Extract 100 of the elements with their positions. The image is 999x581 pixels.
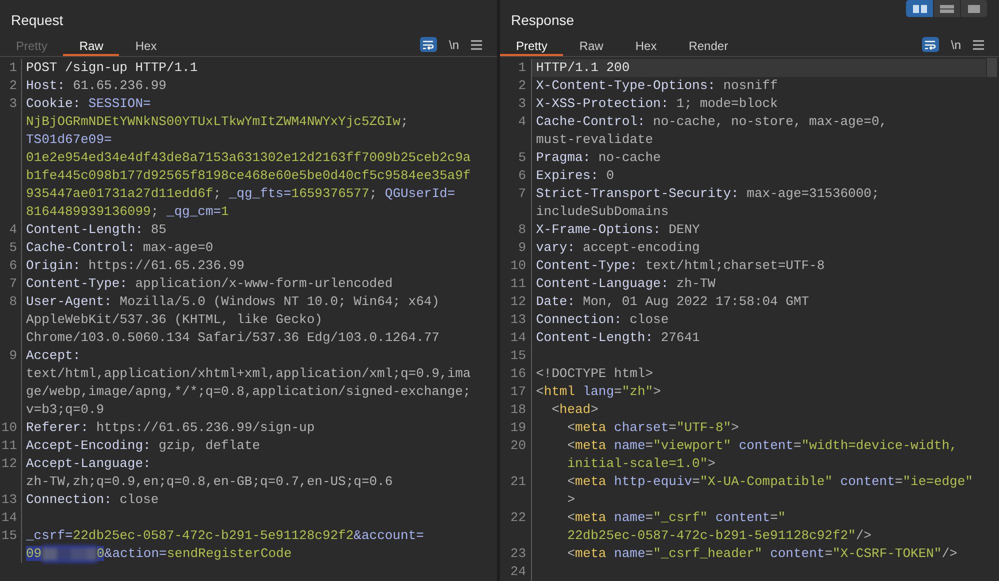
code-line: v=b3;q=0.9 [26,401,106,419]
menu-icon[interactable] [471,40,482,50]
line-number: 10 [0,419,22,437]
code-line: must-revalidate [536,131,654,149]
columns-layout-icon[interactable] [906,0,933,17]
code-line: <meta name="_csrf" content=" [566,509,787,527]
line-number: 5 [0,239,22,257]
code-line: Cookie: SESSION= [26,95,152,113]
line-number: 17 [500,383,532,401]
code-line: Connection: close [26,491,160,509]
code-text: 09 [26,546,42,561]
code-line: AppleWebKit/537.36 (KHTML, like Gecko) [26,311,324,329]
line-number: 7 [500,185,532,221]
line-number: 9 [0,347,22,419]
line-number: 7 [0,275,22,293]
code-line: 01e2e954ed34e4df43de8a7153a631302e12d2163ff7009b25ceb2c9a [26,149,472,167]
line-number: 19 [500,419,532,437]
tab[interactable]: Pretty [500,37,564,56]
code-text: sendRegisterCode [166,546,292,561]
line-number: 2 [500,77,532,95]
line-number: 2 [0,77,22,95]
code-text: &action= [104,546,167,561]
code-line: NjBjOGRmNDEtYWNkNS00YTUxLTkwYmItZWM4NWYxYjc5ZGIw; [26,113,410,131]
code-line: 935447ae01731a27d11edd6f; _qg_fts=1659376577; QGUserId= [26,185,456,203]
line-number: 22 [500,509,532,545]
code-line: Connection: close [536,311,670,329]
code-line: > [566,491,576,509]
line-number: 5 [500,149,532,167]
line-number: 18 [500,401,532,419]
code-line: <meta name="viewport" content="width=device-width, [566,437,958,455]
code-line: b1fe445c098b177d92565f8198ce468e60e5be0d40cf5c9584ee35a9f [26,167,472,185]
line-number: 15 [0,527,22,563]
wrap-lines-icon[interactable] [420,37,437,52]
panel-title: Request [10,11,64,28]
code-line: text/html,application/xhtml+xml,application/xml;q=0.9,ima [26,365,472,383]
panel-title: Response [510,11,574,28]
line-number: 8 [500,221,532,239]
code-line: X-XSS-Protection: 1; mode=block [536,95,779,113]
code-line: X-Content-Type-Options: nosniff [536,77,779,95]
code-line: Content-Type: application/x-www-form-urlencoded [26,275,394,293]
code-line: 8164489939136099; _qg_cm=1 [26,203,230,221]
code-line: <meta http-equiv="X-UA-Compatible" content="ie=edge" [566,473,974,491]
code-line: Origin: https://61.65.236.99 [26,257,246,275]
code-line: Content-Length: 85 [26,221,168,239]
line-number: 8 [0,293,22,347]
code-line: Expires: 0 [536,167,616,185]
code-line: User-Agent: Mozilla/5.0 (Windows NT 10.0; Win64; x64) [26,293,440,311]
code-line: Content-Type: text/html;charset=UTF-8 [536,257,826,275]
line-number: 21 [500,473,532,509]
code-line: Host: 61.65.236.99 [26,77,168,95]
line-number: 13 [500,311,532,329]
code-line: vary: accept-encoding [536,239,701,257]
code-line: Chrome/103.0.5060.134 Safari/537.36 Edg/103.0.1264.77 [26,329,440,347]
line-number: 12 [0,455,22,491]
code-line: initial-scale=1.0"> [566,455,716,473]
menu-icon[interactable] [973,40,984,50]
code-line: <meta charset="UTF-8"> [566,419,740,437]
code-line: <meta name="_csrf_header" content="X-CSRF-TOKEN"/> [566,545,958,563]
line-number: 6 [0,257,22,275]
tab[interactable]: Raw [563,37,620,56]
wrap-lines-icon[interactable] [922,37,939,52]
line-number: 6 [500,167,532,185]
code-line: <html lang="zh"> [536,383,662,401]
code-line: <head> [550,401,600,419]
code-line: includeSubDomains [536,203,670,221]
code-line: ge/webp,image/apng,*/*;q=0.8,application/signed-exchange; [26,383,472,401]
scrollbar-thumb[interactable] [987,58,997,77]
code-line: Date: Mon, 01 Aug 2022 17:58:04 GMT [536,293,810,311]
line-number: 9 [500,239,532,257]
code-line: Referer: https://61.65.236.99/sign-up [26,419,316,437]
tab[interactable]: Hex [119,37,173,56]
code-line: _csrf=22db25ec-0587-472c-b291-5e91128c92f2&account= [26,527,425,545]
code-line: Content-Length: 27641 [536,329,701,347]
code-line: Accept: [26,347,82,365]
line-number: 3 [0,95,22,221]
line-number: 12 [500,293,532,311]
code-line: Cache-Control: max-age=0 [26,239,214,257]
line-number: 20 [500,437,532,473]
code-line: <!DOCTYPE html> [536,365,654,383]
newline-toggle[interactable]: \n [950,38,961,52]
line-number: 24 [500,563,532,581]
line-number: 1 [0,59,22,77]
tab[interactable]: Raw [63,37,120,56]
line-number: 10 [500,257,532,275]
line-number: 14 [500,329,532,347]
newline-toggle[interactable]: \n [448,38,459,52]
code-line: Cache-Control: no-cache, no-store, max-age=0, [536,113,888,131]
line-number: 15 [500,347,532,365]
line-number: 4 [0,221,22,239]
single-pane-icon[interactable] [960,0,987,17]
code-line: Accept-Encoding: gzip, deflate [26,437,262,455]
code-line: 22db25ec-0587-472c-b291-5e91128c92f2"/> [566,527,872,545]
code-line: HTTP/1.1 200 [536,59,631,77]
tab[interactable]: Render [672,37,744,56]
line-number: 4 [500,113,532,149]
tab[interactable]: Hex [619,37,673,56]
code-line: TS01d67e09= [26,131,113,149]
code-line: Accept-Language: [26,455,152,473]
code-line: Strict-Transport-Security: max-age=31536000; [536,185,880,203]
line-number: 11 [500,275,532,293]
